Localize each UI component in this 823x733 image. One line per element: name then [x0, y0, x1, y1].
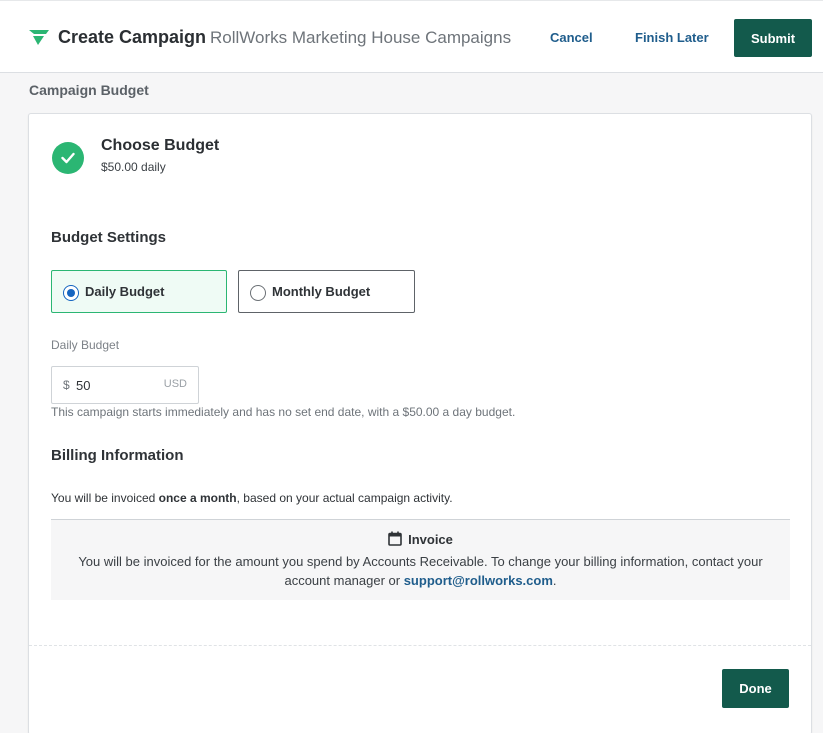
done-button[interactable]: Done [722, 669, 789, 708]
rollworks-logo-icon [29, 30, 49, 45]
daily-budget-field-label: Daily Budget [51, 338, 120, 352]
page-title: Create Campaign [58, 27, 207, 47]
billing-text-start: You will be invoiced [51, 491, 159, 505]
daily-budget-input[interactable]: $ 50 USD [51, 366, 199, 404]
section-heading: Campaign Budget [29, 82, 149, 98]
billing-frequency-text: You will be invoiced once a month, based… [51, 491, 453, 505]
checkmark-icon [61, 152, 75, 164]
invoice-text-end: . [552, 573, 557, 588]
finish-later-button[interactable]: Finish Later [635, 30, 709, 45]
step-summary: $50.00 daily [101, 160, 166, 174]
budget-helper-text: This campaign starts immediately and has… [51, 405, 516, 419]
billing-frequency: once a month [158, 491, 237, 505]
daily-budget-label: Daily Budget [85, 284, 165, 299]
currency-unit: USD [163, 378, 187, 390]
cancel-button[interactable]: Cancel [550, 30, 593, 45]
monthly-budget-radio[interactable] [250, 285, 266, 301]
support-email-link[interactable]: support@rollworks.com [404, 573, 553, 588]
calendar-icon [388, 531, 402, 546]
billing-text-end: , based on your actual campaign activity… [236, 491, 453, 505]
monthly-budget-option[interactable]: Monthly Budget [238, 270, 415, 313]
invoice-panel: Invoice You will be invoiced for the amo… [51, 519, 790, 600]
invoice-title: Invoice [408, 532, 453, 547]
daily-budget-option[interactable]: Daily Budget [51, 270, 227, 313]
submit-button[interactable]: Submit [734, 19, 812, 57]
step-title: Choose Budget [101, 137, 220, 154]
campaign-group-name: RollWorks Marketing House Campaigns [210, 28, 512, 47]
daily-budget-radio[interactable] [63, 285, 79, 301]
footer-divider [29, 645, 811, 646]
budget-card: Choose Budget $50.00 daily Budget Settin… [28, 113, 812, 733]
billing-heading: Billing Information [51, 447, 184, 464]
budget-settings-heading: Budget Settings [51, 229, 166, 246]
check-circle-icon [52, 142, 84, 174]
invoice-heading: Invoice [51, 531, 790, 547]
budget-amount-value[interactable]: 50 [76, 378, 90, 393]
currency-symbol: $ [63, 378, 70, 392]
top-bar: Create Campaign RollWorks Marketing Hous… [0, 0, 823, 73]
invoice-description: You will be invoiced for the amount you … [61, 552, 780, 590]
monthly-budget-label: Monthly Budget [272, 284, 371, 299]
